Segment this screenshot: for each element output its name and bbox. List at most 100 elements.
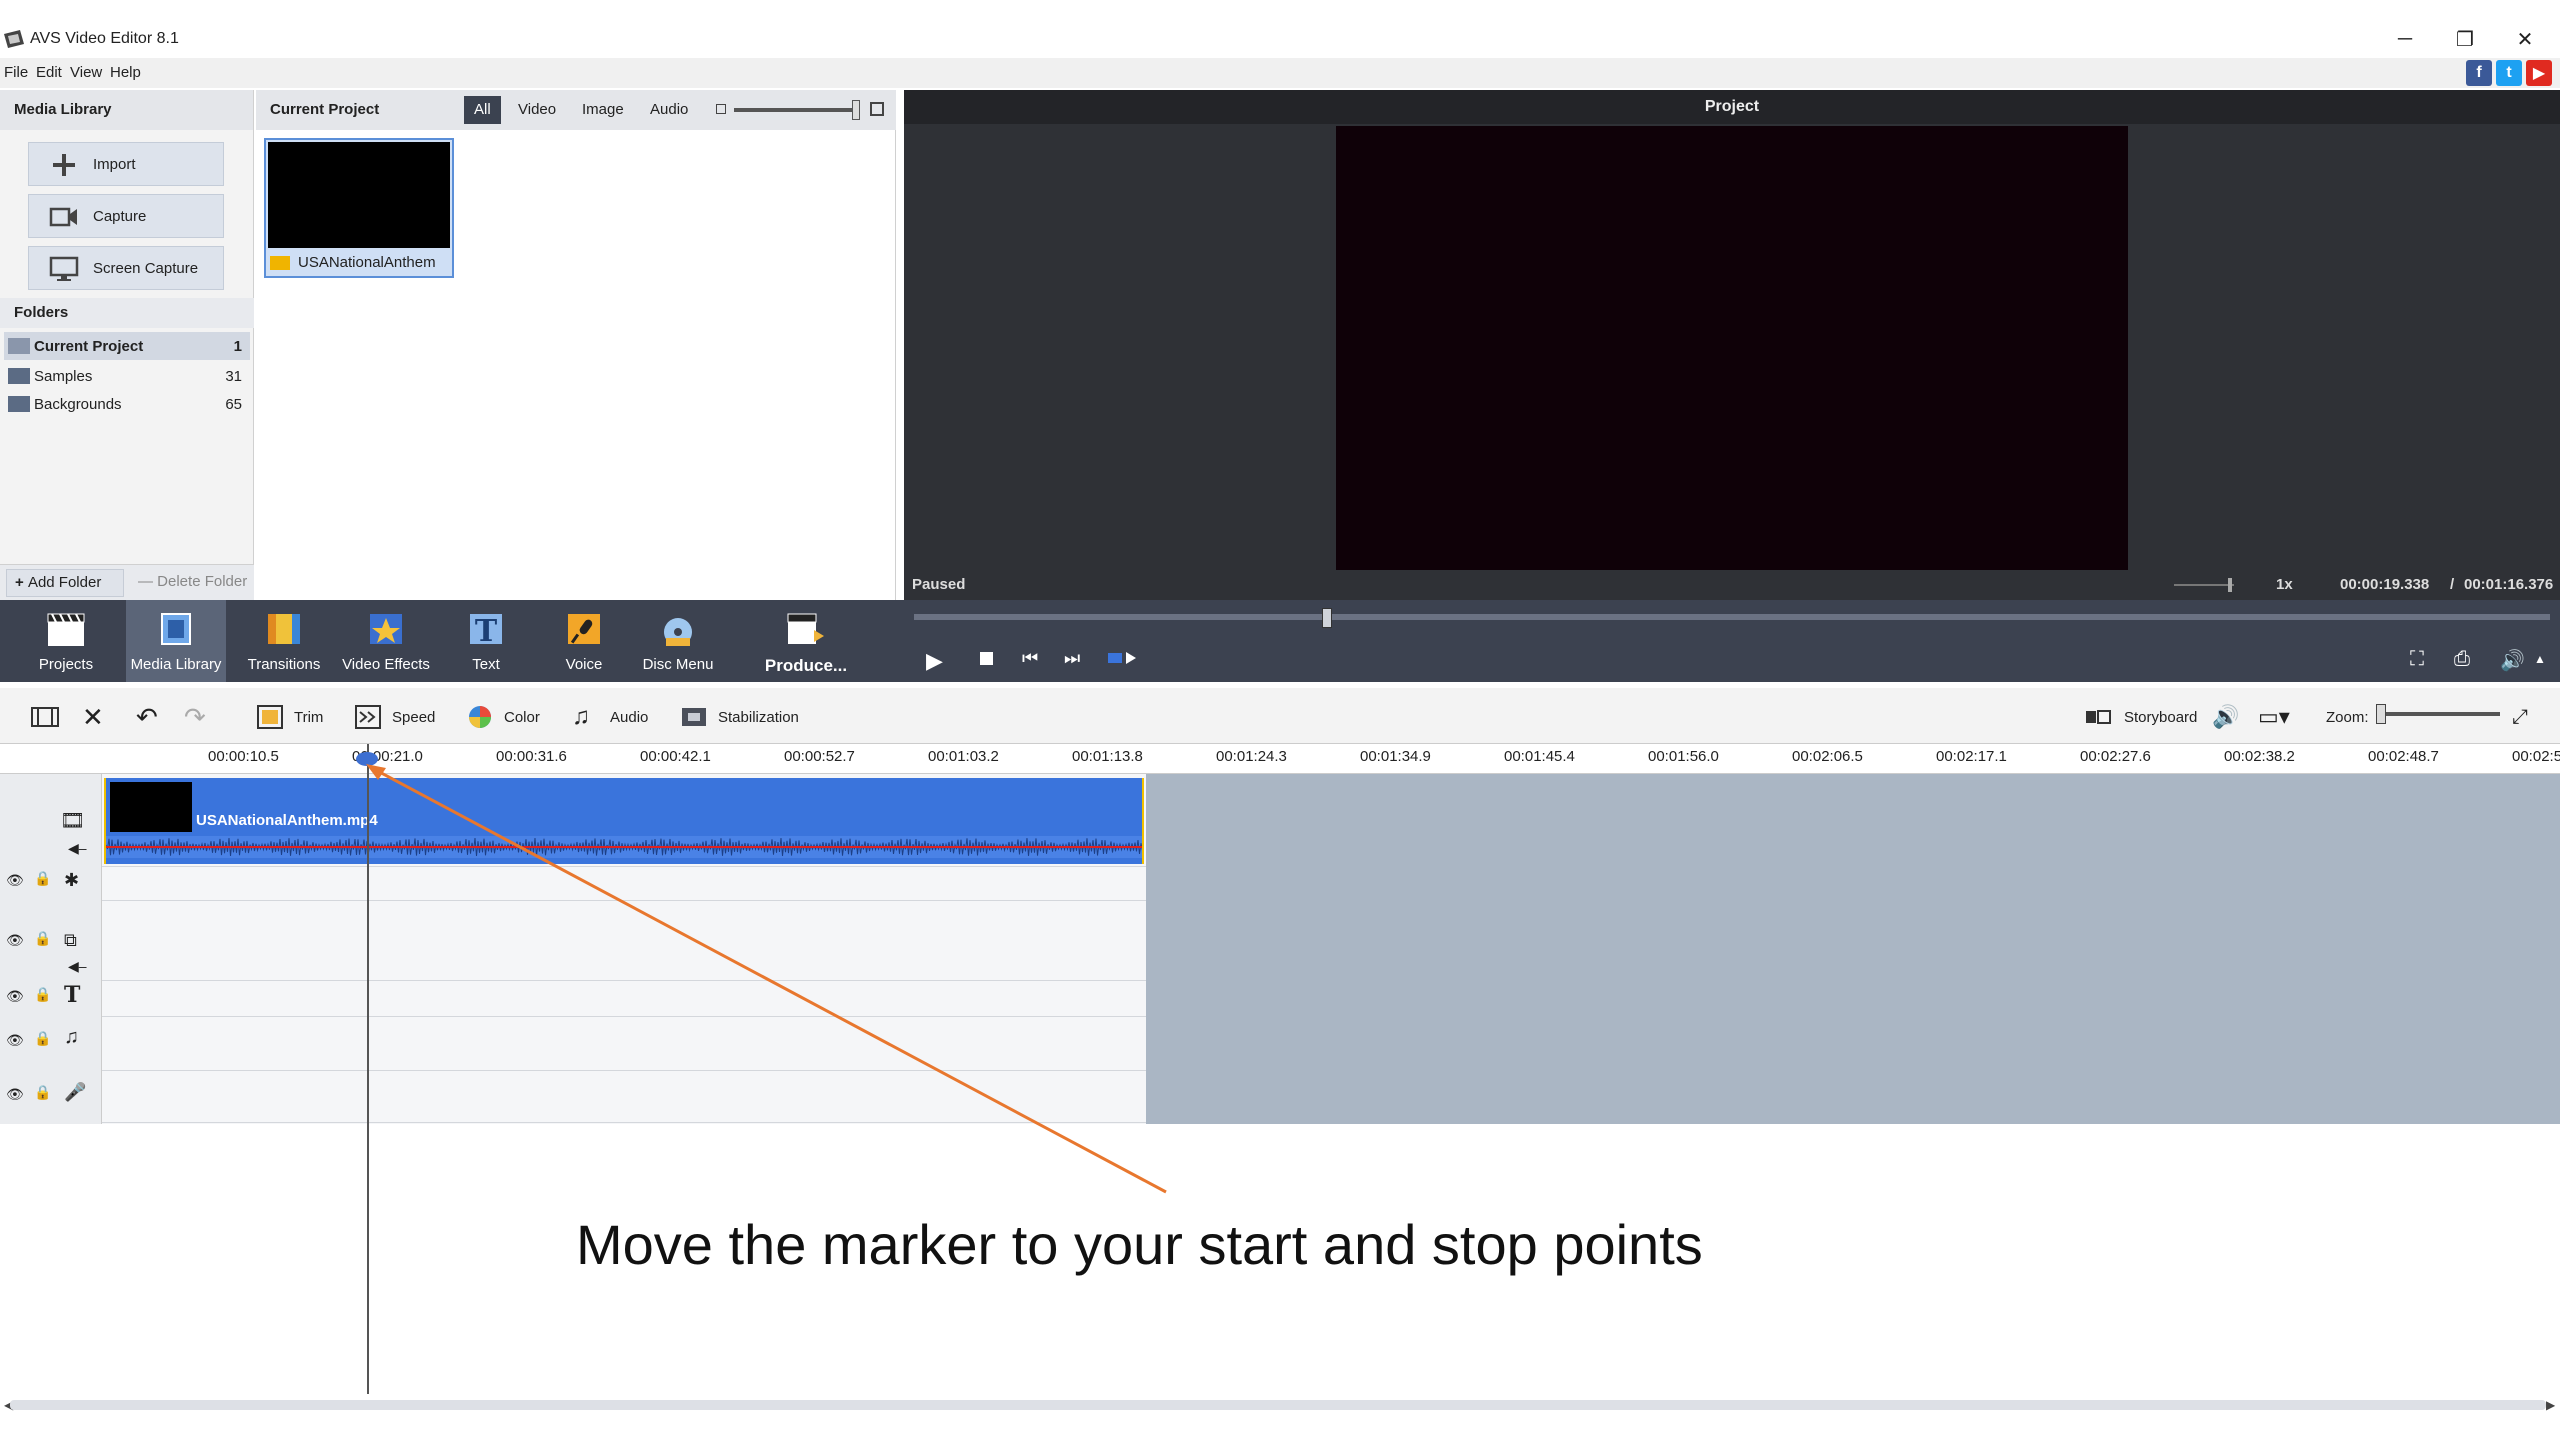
speed-slider[interactable] xyxy=(2174,584,2234,586)
stabilization-label: Stabilization xyxy=(718,708,799,726)
volume-dropdown-icon[interactable]: ▲ xyxy=(2534,652,2546,666)
media-thumbnail[interactable]: USANationalAnthem xyxy=(264,138,454,278)
thumb-size-slider-handle[interactable] xyxy=(852,100,860,120)
filter-video[interactable]: Video xyxy=(508,96,566,124)
screen-capture-button[interactable]: Screen Capture xyxy=(28,246,224,290)
video-effects-button[interactable]: Video Effects xyxy=(336,600,436,682)
stabilization-button[interactable]: Stabilization xyxy=(680,702,799,732)
menu-edit[interactable]: Edit xyxy=(36,64,62,81)
fit-timeline-icon[interactable]: ⤢ xyxy=(2512,702,2528,732)
track-divider xyxy=(102,1016,1146,1017)
thumb-size-slider[interactable] xyxy=(734,108,858,112)
speed-button[interactable]: Speed xyxy=(354,702,435,732)
voice-button[interactable]: Voice xyxy=(534,600,634,682)
volume-icon[interactable]: 🔊 xyxy=(2500,648,2525,673)
undo-icon[interactable]: ↶ xyxy=(136,702,158,732)
play-icon[interactable]: ▶ xyxy=(926,648,943,674)
seek-bar-handle[interactable] xyxy=(1322,608,1332,628)
ruler-tick: 00:02:06.5 xyxy=(1792,748,1863,765)
youtube-icon[interactable]: ▶ xyxy=(2526,60,2552,86)
ruler-tick: 00:02:5 xyxy=(2512,748,2560,765)
restore-button[interactable]: ❐ xyxy=(2438,22,2492,56)
overlay-audio-mute-icon[interactable]: ◀‒ xyxy=(68,958,87,975)
next-frame-icon[interactable]: ⏭ xyxy=(1064,648,1080,669)
seek-bar[interactable] xyxy=(914,614,2550,620)
import-button[interactable]: Import xyxy=(28,142,224,186)
storyboard-button[interactable]: Storyboard xyxy=(2084,702,2197,732)
delete-icon[interactable]: ✕ xyxy=(82,702,104,732)
produce-button[interactable]: Produce... xyxy=(756,600,856,682)
lock-icon[interactable]: 🔒 xyxy=(34,930,51,947)
visibility-eye-icon[interactable]: 👁 xyxy=(6,932,24,949)
ruler-tick: 00:00:31.6 xyxy=(496,748,567,765)
star-effects-icon xyxy=(370,614,402,644)
ruler-tick: 00:00:52.7 xyxy=(784,748,855,765)
display-mode-icon[interactable]: ▭▾ xyxy=(2258,702,2290,732)
filter-all[interactable]: All xyxy=(464,96,501,124)
media-library-button[interactable]: Media Library xyxy=(126,600,226,682)
lock-icon[interactable]: 🔒 xyxy=(34,986,51,1003)
storyboard-label: Storyboard xyxy=(2124,708,2198,726)
text-track-icon: T xyxy=(64,982,81,1008)
visibility-eye-icon[interactable]: 👁 xyxy=(6,872,24,889)
video-frame[interactable] xyxy=(1336,126,2128,572)
folder-backgrounds[interactable]: Backgrounds 65 xyxy=(4,390,250,418)
filter-image[interactable]: Image xyxy=(572,96,634,124)
add-folder-button[interactable]: + Add Folder xyxy=(6,569,124,597)
video-clip[interactable]: USANationalAnthem.mp4 xyxy=(104,778,1144,864)
audio-track-mute-icon[interactable]: ◀‒ xyxy=(68,840,87,857)
close-button[interactable]: ✕ xyxy=(2498,22,2552,56)
scroll-right-icon[interactable]: ▶ xyxy=(2546,1398,2555,1412)
projects-button[interactable]: Projects xyxy=(16,600,116,682)
menu-view[interactable]: View xyxy=(70,64,102,81)
folder-samples[interactable]: Samples 31 xyxy=(4,362,250,390)
stop-icon[interactable] xyxy=(980,652,993,665)
large-thumb-icon[interactable] xyxy=(870,102,884,116)
visibility-eye-icon[interactable]: 👁 xyxy=(6,1032,24,1049)
small-thumb-icon[interactable] xyxy=(716,104,726,114)
trim-button[interactable]: Trim xyxy=(256,702,323,732)
frame-step-icon[interactable] xyxy=(1108,650,1138,666)
lock-icon[interactable]: 🔒 xyxy=(34,1084,51,1101)
facebook-icon[interactable]: f xyxy=(2466,60,2492,86)
audio-mixer-icon[interactable]: 🔊 xyxy=(2212,702,2239,732)
ruler-tick: 00:01:45.4 xyxy=(1504,748,1575,765)
zoom-slider[interactable] xyxy=(2376,712,2500,716)
lock-icon[interactable]: 🔒 xyxy=(34,1030,51,1047)
previous-frame-icon[interactable]: ⏮ xyxy=(1022,648,1038,669)
speed-label: Speed xyxy=(392,708,436,726)
visibility-eye-icon[interactable]: 👁 xyxy=(6,988,24,1005)
twitter-icon[interactable]: t xyxy=(2496,60,2522,86)
timeline-ruler[interactable]: 00:00:10.5 00:00:21.0 00:00:31.6 00:00:4… xyxy=(0,744,2560,774)
lock-icon[interactable]: 🔒 xyxy=(34,870,51,887)
folder-current-project[interactable]: Current Project 1 xyxy=(4,332,250,360)
preview-panel: Project Paused 1x 00:00:19.338 / 00:01:1… xyxy=(904,90,2560,600)
filter-audio[interactable]: Audio xyxy=(640,96,698,124)
redo-icon[interactable]: ↷ xyxy=(184,702,206,732)
capture-button[interactable]: Capture xyxy=(28,194,224,238)
playhead-line[interactable] xyxy=(367,744,369,1394)
fullscreen-icon[interactable]: ⛶ xyxy=(2410,648,2424,671)
snapshot-icon[interactable]: ⎙ xyxy=(2454,648,2470,671)
visibility-eye-icon[interactable]: 👁 xyxy=(6,1086,24,1103)
speed-slider-handle[interactable] xyxy=(2228,578,2232,592)
folder-icon xyxy=(8,396,30,412)
playhead-marker[interactable] xyxy=(356,752,378,766)
folder-name: Samples xyxy=(34,367,93,385)
time-separator: / xyxy=(2450,576,2455,593)
menu-file[interactable]: File xyxy=(4,64,28,81)
disc-menu-button[interactable]: Disc Menu xyxy=(628,600,728,682)
transitions-button[interactable]: Transitions xyxy=(234,600,334,682)
color-button[interactable]: Color xyxy=(466,702,540,732)
audio-button[interactable]: ♫ Audio xyxy=(572,702,648,732)
split-icon[interactable] xyxy=(30,702,60,732)
zoom-slider-handle[interactable] xyxy=(2376,704,2386,724)
delete-folder-button[interactable]: — Delete Folder xyxy=(130,569,248,597)
timeline-horizontal-scrollbar[interactable] xyxy=(10,1400,2546,1410)
minimize-button[interactable]: ─ xyxy=(2378,22,2432,56)
timeline-empty-area[interactable] xyxy=(1146,774,2560,1124)
ruler-tick: 00:02:17.1 xyxy=(1936,748,2007,765)
menu-help[interactable]: Help xyxy=(110,64,141,81)
audio-waveform xyxy=(106,836,1142,858)
text-button[interactable]: T Text xyxy=(436,600,536,682)
